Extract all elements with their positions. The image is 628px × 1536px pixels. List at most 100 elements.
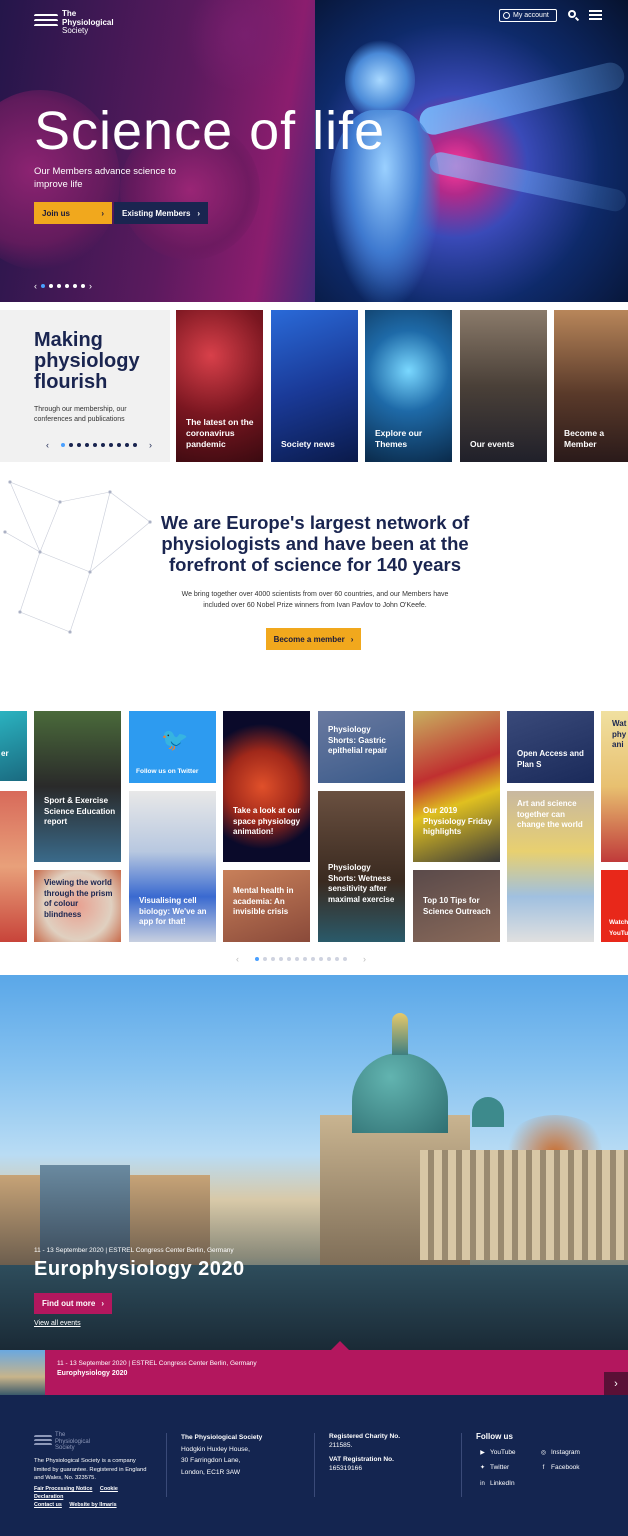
carousel-dot[interactable] <box>133 443 137 447</box>
become-a-member-button[interactable]: Become a member › <box>266 628 361 650</box>
chevron-right-icon: › <box>197 208 200 218</box>
carousel-dot[interactable] <box>85 443 89 447</box>
carousel-dot[interactable] <box>279 957 283 961</box>
existing-members-button[interactable]: Existing Members › <box>114 202 208 224</box>
carousel-dot[interactable] <box>117 443 121 447</box>
chevron-right-icon[interactable]: › <box>89 281 92 291</box>
logo-text-line: Society <box>55 1445 75 1451</box>
chevron-left-icon[interactable]: ‹ <box>236 954 239 964</box>
event-cathedral-dome <box>352 1053 448 1133</box>
carousel-dot[interactable] <box>65 284 69 288</box>
facebook-link[interactable]: f Facebook <box>540 1464 580 1471</box>
contact-us-link[interactable]: Contact us <box>34 1502 62 1508</box>
user-icon <box>503 12 510 19</box>
mosaic-tile-friday[interactable]: Our 2019 Physiology Friday highlights <box>413 711 500 862</box>
carousel-dot[interactable] <box>73 284 77 288</box>
mosaic-tile-gastric[interactable]: Physiology Shorts: Gastric epithelial re… <box>318 711 405 783</box>
instagram-link[interactable]: ◎ Instagram <box>540 1449 580 1456</box>
mosaic-tile-youtube[interactable]: Watch YouTu <box>601 870 628 942</box>
carousel-dot[interactable] <box>327 957 331 961</box>
chevron-right-icon[interactable]: › <box>363 954 366 964</box>
mosaic-tile-mental-health[interactable]: Mental health in academia: An invisible … <box>223 870 310 942</box>
carousel-dot[interactable] <box>109 443 113 447</box>
mosaic-tile[interactable]: er <box>0 711 27 781</box>
carousel-dot[interactable] <box>125 443 129 447</box>
carousel-dot[interactable] <box>335 957 339 961</box>
search-icon[interactable] <box>568 10 580 22</box>
mosaic-tile-cell-biology[interactable]: Visualising cell biology: We've an app f… <box>129 791 216 942</box>
carousel-dot[interactable] <box>295 957 299 961</box>
carousel-dot[interactable] <box>311 957 315 961</box>
chevron-right-icon: › <box>101 208 104 218</box>
carousel-dot[interactable] <box>319 957 323 961</box>
chevron-right-icon[interactable]: › <box>604 1372 628 1395</box>
my-account-button[interactable]: My account <box>499 9 557 22</box>
view-all-events-link[interactable]: View all events <box>34 1320 81 1327</box>
logo-icon <box>34 1434 52 1450</box>
carousel-dot[interactable] <box>101 443 105 447</box>
website-by-link[interactable]: Website by Ilmaris <box>69 1502 116 1508</box>
footer-divider <box>166 1433 167 1497</box>
mosaic-tile-twitter[interactable]: 🐦 Follow us on Twitter <box>129 711 216 783</box>
chevron-left-icon[interactable]: ‹ <box>34 281 37 291</box>
footer-logo[interactable]: The Physiological Society <box>34 1432 105 1452</box>
mosaic-tile-outreach[interactable]: Top 10 Tips for Science Outreach <box>413 870 500 942</box>
join-us-button[interactable]: Join us › <box>34 202 112 224</box>
social-label: LinkedIn <box>490 1480 515 1487</box>
tile-themes[interactable]: Explore our Themes <box>365 310 452 462</box>
hamburger-menu-icon[interactable] <box>589 10 602 21</box>
mosaic-tile-wetness[interactable]: Physiology Shorts: Wetness sensitivity a… <box>318 791 405 942</box>
tile-events[interactable]: Our events <box>460 310 547 462</box>
tile-coronavirus[interactable]: The latest on the coronavirus pandemic <box>176 310 263 462</box>
carousel-dot[interactable] <box>69 443 73 447</box>
site-logo[interactable]: The Physiological Society <box>34 9 122 36</box>
mosaic-tile-label: Follow us on Twitter <box>136 768 199 775</box>
footer-social: Follow us <box>476 1432 513 1447</box>
find-out-more-button[interactable]: Find out more › <box>34 1293 112 1314</box>
carousel-dot[interactable] <box>49 284 53 288</box>
footer-links: Fair Processing Notice Cookie Declaratio… <box>34 1485 154 1509</box>
carousel-dot[interactable] <box>77 443 81 447</box>
social-label: YouTube <box>490 1449 516 1456</box>
carousel-dot[interactable] <box>287 957 291 961</box>
chevron-left-icon[interactable]: ‹ <box>46 440 49 450</box>
network-mesh-graphic <box>3 480 152 634</box>
fair-processing-link[interactable]: Fair Processing Notice <box>34 1486 92 1492</box>
carousel-dot[interactable] <box>343 957 347 961</box>
tile-label: The latest on the coronavirus pandemic <box>186 417 254 449</box>
carousel-dot[interactable] <box>93 443 97 447</box>
event-strip[interactable]: 11 - 13 September 2020 | ESTREL Congress… <box>0 1350 628 1395</box>
mosaic-tile-art-science[interactable]: Art and science together can change the … <box>507 791 594 942</box>
flourish-carousel-nav: ‹ › <box>46 440 152 450</box>
mosaic-tile-label: er <box>1 749 9 758</box>
existing-members-label: Existing Members <box>122 208 191 218</box>
tile-label: Society news <box>281 439 335 449</box>
carousel-dot[interactable] <box>81 284 85 288</box>
tile-become-member[interactable]: Become a Member <box>554 310 628 462</box>
site-footer: The Physiological Society The Physiologi… <box>0 1395 628 1536</box>
mosaic-tile[interactable] <box>0 791 27 942</box>
mosaic-tile-open-access[interactable]: Open Access and Plan S <box>507 711 594 783</box>
carousel-dot[interactable] <box>271 957 275 961</box>
flourish-title: Making physiology flourish <box>34 329 140 393</box>
carousel-dot[interactable] <box>61 443 65 447</box>
event-strip-notch <box>331 1341 349 1350</box>
twitter-link[interactable]: ✦ Twitter <box>479 1464 509 1471</box>
chevron-right-icon[interactable]: › <box>149 440 152 450</box>
carousel-dot[interactable] <box>57 284 61 288</box>
linkedin-link[interactable]: in LinkedIn <box>479 1480 515 1487</box>
mosaic-carousel-nav: ‹ › <box>236 954 366 964</box>
mosaic-tile-colour-blindness[interactable]: Viewing the world through the prism of c… <box>34 870 121 942</box>
youtube-link[interactable]: ▶ YouTube <box>479 1449 516 1456</box>
mosaic-tile-label: Top 10 Tips for Science Outreach <box>423 896 491 916</box>
footer-divider <box>314 1433 315 1497</box>
carousel-dot[interactable] <box>263 957 267 961</box>
mosaic-tile-space[interactable]: Take a look at our space physiology anim… <box>223 711 310 862</box>
tile-society-news[interactable]: Society news <box>271 310 358 462</box>
carousel-dot[interactable] <box>41 284 45 288</box>
carousel-dot[interactable] <box>303 957 307 961</box>
mosaic-tile[interactable]: Wat phy ani <box>601 711 628 862</box>
mosaic-tile-sport[interactable]: Sport & Exercise Science Education repor… <box>34 711 121 862</box>
carousel-dot[interactable] <box>255 957 259 961</box>
flourish-section: Making physiology flourish Through our m… <box>0 310 628 462</box>
